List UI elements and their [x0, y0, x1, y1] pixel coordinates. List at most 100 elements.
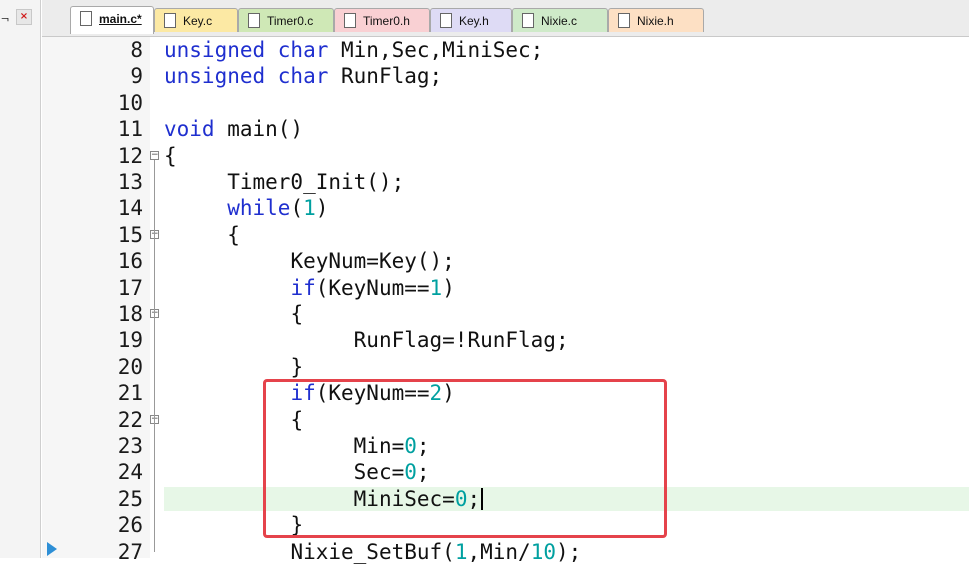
file-icon [344, 13, 356, 28]
code-token: Nixie_SetBuf( [290, 539, 455, 564]
tab-label: Timer0.h [363, 14, 410, 28]
pin-icon[interactable]: ᆨ [0, 8, 10, 24]
close-panel-icon[interactable]: × [16, 9, 32, 25]
number-token: 1 [303, 196, 316, 221]
line-number: 18 [117, 302, 143, 326]
code-line[interactable]: { [164, 301, 303, 327]
line-number: 27 [117, 539, 143, 564]
code-line[interactable]: unsigned char Min,Sec,MiniSec; [164, 37, 543, 63]
code-token: (KeyNum== [315, 275, 430, 300]
code-token: KeyNum=Key(); [290, 249, 455, 274]
fold-guide [154, 318, 155, 367]
tab-label: main.c* [99, 12, 142, 26]
code-token: } [290, 513, 304, 538]
code-token: { [290, 407, 304, 432]
code-token: { [290, 302, 304, 326]
number-token: 0 [454, 486, 468, 511]
number-token: 0 [404, 434, 417, 458]
line-number: 22 [117, 407, 143, 432]
line-number: 9 [130, 64, 143, 89]
code-token: RunFlag=!RunFlag; [353, 328, 569, 353]
code-line[interactable]: KeyNum=Key(); [164, 248, 455, 274]
code-line[interactable]: while(1) [164, 195, 328, 221]
code-token: MiniSec= [353, 486, 455, 511]
fold-toggle-icon[interactable]: − [150, 150, 159, 160]
line-number: 25 [117, 486, 143, 511]
code-line[interactable]: unsigned char RunFlag; [164, 63, 442, 89]
keyword-token: unsigned char [164, 38, 329, 62]
line-number: 24 [117, 460, 143, 485]
code-line[interactable]: { [164, 407, 303, 433]
code-token: ) [442, 275, 455, 300]
code-token: Min= [353, 434, 405, 458]
line-number: 17 [117, 275, 143, 300]
keyword-token: void [164, 117, 215, 142]
tab-nixie-c[interactable]: Nixie.c [512, 8, 608, 32]
code-token: RunFlag; [328, 64, 443, 89]
code-line[interactable]: Timer0_Init(); [164, 169, 404, 195]
code-token: } [290, 354, 304, 379]
left-panel-strip: ᆨ × [0, 0, 41, 558]
tab-timer0-h[interactable]: Timer0.h [334, 8, 430, 32]
tab-key-c[interactable]: Key.c [154, 8, 238, 32]
tab-label: Nixie.h [637, 14, 674, 28]
tab-label: Key.h [459, 14, 489, 28]
code-token: (KeyNum== [315, 381, 430, 406]
line-number: 16 [117, 249, 143, 274]
keyword-token: if [290, 275, 316, 300]
keyword-token: if [290, 381, 316, 406]
code-token: main() [214, 117, 304, 142]
number-token: 1 [429, 275, 443, 300]
text-cursor [481, 487, 484, 510]
code-token: ; [416, 460, 430, 485]
code-token: ); [555, 539, 582, 564]
code-token: { [164, 143, 177, 168]
tab-key-h[interactable]: Key.h [430, 8, 512, 32]
file-icon [248, 13, 260, 28]
tab-main-c[interactable]: main.c* [70, 6, 154, 34]
fold-guide [154, 423, 155, 526]
code-token: ( [290, 196, 304, 221]
code-token: ) [442, 381, 455, 406]
line-number: 23 [117, 434, 143, 458]
tab-timer0-c[interactable]: Timer0.c [238, 8, 334, 32]
code-line[interactable]: if(KeyNum==1) [164, 275, 455, 301]
code-line[interactable]: Nixie_SetBuf(1,Min/10); [164, 539, 581, 565]
code-line[interactable]: } [164, 354, 303, 380]
code-line[interactable]: void main() [164, 116, 303, 142]
code-line[interactable]: Sec=0; [164, 459, 430, 485]
file-icon [164, 13, 176, 28]
number-token: 1 [454, 539, 468, 564]
code-token: ; [416, 434, 430, 458]
number-token: 2 [429, 381, 443, 406]
code-line[interactable]: MiniSec=0; [164, 486, 484, 512]
keyword-token: while [227, 196, 291, 221]
code-line[interactable]: if(KeyNum==2) [164, 380, 455, 406]
code-editor[interactable]: 8 unsigned char Min,Sec,MiniSec; 9 unsigned… [42, 37, 969, 564]
code-token: ,Min/ [467, 539, 531, 564]
code-line[interactable]: } [164, 512, 303, 538]
code-line[interactable]: { [164, 143, 177, 169]
code-line[interactable]: { [164, 222, 240, 248]
code-line[interactable]: RunFlag=!RunFlag; [164, 327, 569, 353]
number-token: 10 [530, 539, 556, 564]
line-number: 15 [117, 222, 143, 247]
tab-label: Key.c [183, 14, 213, 28]
tab-nixie-h[interactable]: Nixie.h [608, 8, 704, 32]
tab-label: Nixie.c [541, 14, 578, 28]
code-token: Sec= [353, 460, 405, 485]
code-token: ; [467, 486, 481, 511]
code-token: ) [315, 196, 329, 221]
code-line[interactable]: Min=0; [164, 433, 430, 459]
file-icon [440, 13, 452, 28]
file-icon [80, 11, 92, 26]
line-number: 13 [117, 170, 143, 194]
